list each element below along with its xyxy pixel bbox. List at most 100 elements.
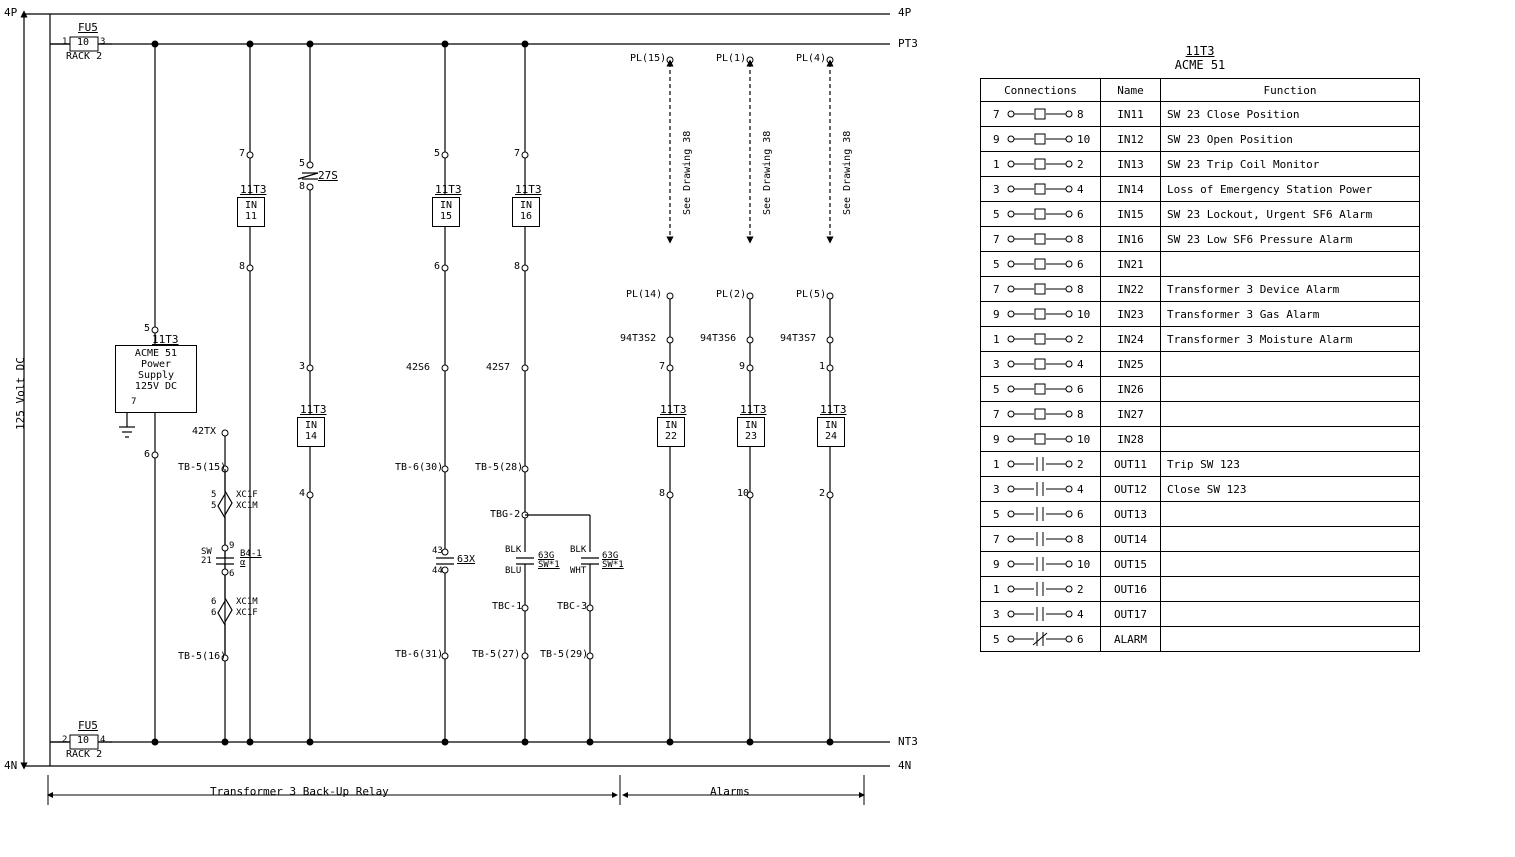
cell-connections: 1 2: [981, 577, 1101, 602]
in14-box: IN 14: [297, 417, 325, 447]
cell-function: [1161, 377, 1420, 402]
in11-t7: 7: [239, 149, 245, 159]
ps-l4: 125V DC: [118, 381, 194, 392]
cap1-top: BLK: [505, 546, 521, 555]
cell-name: OUT12: [1101, 477, 1161, 502]
xcd-b: XC1F: [236, 609, 258, 618]
in15-tb31: TB-6(31): [395, 650, 443, 660]
al-t1: 7: [659, 362, 665, 372]
cell-function: [1161, 352, 1420, 377]
fuse-bot-title: FU5: [78, 720, 98, 731]
cell-name: IN11: [1101, 102, 1161, 127]
in11-ref: 11T3: [240, 184, 267, 195]
bus-pt3: PT3: [898, 38, 918, 49]
svg-text:9: 9: [993, 308, 1000, 321]
fuse-top-rt: 3: [100, 38, 105, 47]
tb516: TB-5(16): [178, 652, 226, 662]
ps-6: 6: [144, 450, 150, 460]
svg-text:3: 3: [993, 608, 1000, 621]
cell-name: IN24: [1101, 327, 1161, 352]
xcd-a: XC1M: [236, 598, 258, 607]
al-pl5: PL(5): [796, 290, 826, 300]
in16-42s7: 42S7: [486, 363, 510, 373]
table-row: 3 4 OUT17: [981, 602, 1420, 627]
al-t3: 1: [819, 362, 825, 372]
cell-function: [1161, 602, 1420, 627]
th-name: Name: [1101, 79, 1161, 102]
xcd-l2: 6: [211, 609, 216, 618]
cell-connections: 3 4: [981, 477, 1101, 502]
bus-4n-left: 4N: [4, 760, 17, 771]
al-see-3: See Drawing 38: [843, 131, 853, 215]
svg-text:6: 6: [1077, 383, 1084, 396]
ps-l2: Power: [118, 359, 194, 370]
table-header-row: Connections Name Function: [981, 79, 1420, 102]
section-left: Transformer 3 Back-Up Relay: [210, 786, 389, 797]
cell-function: [1161, 252, 1420, 277]
svg-text:4: 4: [1077, 358, 1084, 371]
cell-name: OUT17: [1101, 602, 1161, 627]
svg-text:6: 6: [1077, 258, 1084, 271]
in15-43: 43: [432, 547, 443, 556]
in22-box: IN 22: [657, 417, 685, 447]
cell-function: Trip SW 123: [1161, 452, 1420, 477]
al-pl15: PL(15): [630, 54, 666, 64]
svg-text:2: 2: [1077, 583, 1084, 596]
cell-connections: 9 10: [981, 302, 1101, 327]
cell-name: IN28: [1101, 427, 1161, 452]
ps-5: 5: [144, 324, 150, 334]
table-row: 1 2 OUT11Trip SW 123: [981, 452, 1420, 477]
svg-text:7: 7: [993, 233, 1000, 246]
in16-tbg2: TBG-2: [490, 510, 520, 520]
svg-text:10: 10: [1077, 308, 1090, 321]
svg-text:3: 3: [993, 183, 1000, 196]
svg-text:2: 2: [1077, 333, 1084, 346]
cell-connections: 7 8: [981, 402, 1101, 427]
table-row: 9 10 IN12SW 23 Open Position: [981, 127, 1420, 152]
in15-63x: 63X: [457, 555, 475, 565]
in14-3: 3: [299, 362, 305, 372]
al-pl4: PL(4): [796, 54, 826, 64]
ps-ref: 11T3: [152, 334, 179, 345]
fuse-top-rack: RACK 2: [66, 52, 102, 62]
cell-name: IN15: [1101, 202, 1161, 227]
al-pl14: PL(14): [626, 290, 662, 300]
ps-l1: ACME 51: [118, 348, 194, 359]
svg-text:10: 10: [1077, 558, 1090, 571]
svg-text:2: 2: [1077, 458, 1084, 471]
cell-connections: 7 8: [981, 102, 1101, 127]
table-row: 3 4 IN14Loss of Emergency Station Power: [981, 177, 1420, 202]
in15-44: 44: [432, 567, 443, 576]
svg-text:7: 7: [993, 108, 1000, 121]
swtop: 9: [229, 542, 234, 551]
cap1-r: 63G SW*1: [538, 552, 560, 570]
b27s-ref: 27S: [318, 170, 338, 181]
in15-6: 6: [434, 262, 440, 272]
section-right: Alarms: [710, 786, 750, 797]
in15-5: 5: [434, 149, 440, 159]
cell-connections: 5 6: [981, 202, 1101, 227]
in11-b8: 8: [239, 262, 245, 272]
table-row: 7 8 IN27: [981, 402, 1420, 427]
cell-connections: 9 10: [981, 552, 1101, 577]
cell-connections: 7 8: [981, 527, 1101, 552]
cell-connections: 7 8: [981, 277, 1101, 302]
table-row: 5 6 IN21: [981, 252, 1420, 277]
table-row: 3 4 OUT12Close SW 123: [981, 477, 1420, 502]
cell-connections: 5 6: [981, 627, 1101, 652]
cell-name: OUT11: [1101, 452, 1161, 477]
svg-text:1: 1: [993, 158, 1000, 171]
cell-function: SW 23 Low SF6 Pressure Alarm: [1161, 227, 1420, 252]
in15-42s6: 42S6: [406, 363, 430, 373]
svg-text:10: 10: [1077, 433, 1090, 446]
in14-4: 4: [299, 489, 305, 499]
cell-name: OUT16: [1101, 577, 1161, 602]
cell-function: Transformer 3 Moisture Alarm: [1161, 327, 1420, 352]
ps-l3: Supply: [118, 370, 194, 381]
cell-function: SW 23 Trip Coil Monitor: [1161, 152, 1420, 177]
branch-in11: [247, 44, 253, 742]
tb29: TB-5(29): [540, 650, 588, 660]
cell-name: IN13: [1101, 152, 1161, 177]
al-r3: 94T3S7: [780, 334, 816, 344]
cell-connections: 5 6: [981, 252, 1101, 277]
